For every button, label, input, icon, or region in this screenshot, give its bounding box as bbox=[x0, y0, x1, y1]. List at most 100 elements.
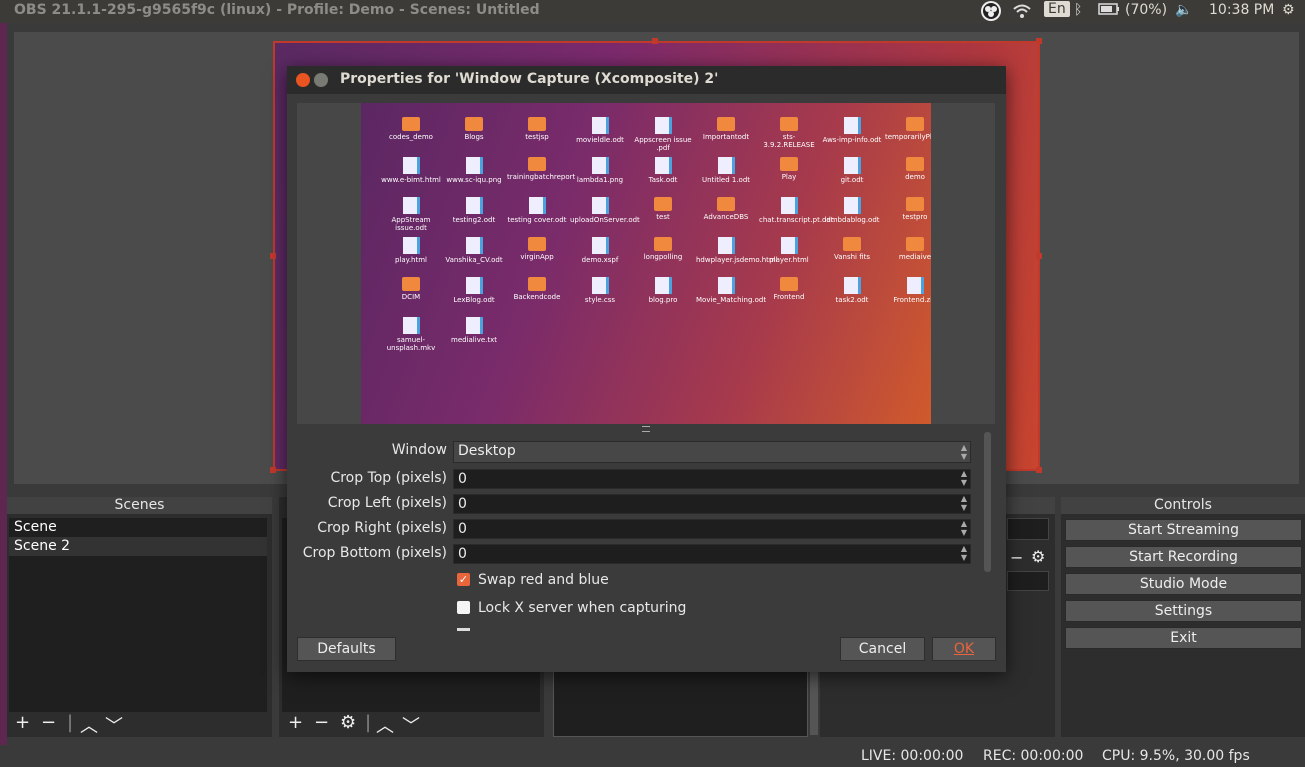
file-glyph-icon bbox=[780, 277, 798, 291]
file-glyph-icon bbox=[402, 277, 420, 291]
partial-checkbox[interactable] bbox=[457, 628, 470, 631]
start-recording-button[interactable]: Start Recording bbox=[1065, 546, 1302, 568]
crop-top-input[interactable]: 0 bbox=[453, 469, 971, 489]
desktop-file-label: trainingbatchreport bbox=[507, 173, 576, 181]
add-source-button[interactable]: + bbox=[288, 712, 303, 733]
file-glyph-icon bbox=[591, 277, 609, 294]
file-glyph-icon bbox=[843, 157, 861, 174]
source-properties-icon[interactable]: ⚙ bbox=[340, 712, 356, 733]
battery-icon[interactable] bbox=[1098, 2, 1120, 20]
dialog-titlebar[interactable]: Properties for 'Window Capture (Xcomposi… bbox=[287, 66, 1006, 94]
desktop-file-icon: Blogs bbox=[444, 117, 504, 141]
desktop-file-icon: play.html bbox=[381, 237, 441, 264]
desktop-file-label: hdwplayer.jsdemo.html bbox=[696, 256, 778, 264]
desktop-file-label: player.html bbox=[769, 256, 809, 264]
move-up-icon[interactable]: ︿ bbox=[80, 712, 98, 738]
ok-button[interactable]: OK bbox=[932, 637, 996, 661]
clock[interactable]: 10:38 PM bbox=[1209, 2, 1274, 18]
minimize-icon[interactable] bbox=[314, 73, 328, 87]
swap-red-blue-checkbox[interactable]: ✓ bbox=[457, 573, 470, 586]
file-glyph-icon bbox=[465, 157, 483, 174]
file-glyph-icon bbox=[780, 117, 798, 131]
defaults-button[interactable]: Defaults bbox=[297, 637, 396, 661]
duration-field[interactable] bbox=[1007, 571, 1049, 591]
resize-handle[interactable] bbox=[270, 467, 276, 473]
exit-button[interactable]: Exit bbox=[1065, 627, 1302, 649]
desktop-file-icon: Frontend.zip bbox=[885, 277, 931, 304]
file-glyph-icon bbox=[591, 157, 609, 174]
scene-item[interactable]: Scene 2 bbox=[9, 537, 267, 556]
desktop-file-label: www.e-bimt.html bbox=[381, 176, 441, 184]
resize-handle[interactable] bbox=[1036, 253, 1042, 259]
studio-mode-button[interactable]: Studio Mode bbox=[1065, 573, 1302, 595]
desktop-file-icon: Play bbox=[759, 157, 819, 181]
desktop-file-icon: testing cover.odt bbox=[507, 197, 567, 224]
form-scrollbar[interactable] bbox=[984, 432, 991, 572]
file-glyph-icon bbox=[465, 317, 483, 334]
desktop-file-icon: www.e-bimt.html bbox=[381, 157, 441, 184]
desktop-file-icon: DCIM bbox=[381, 277, 441, 301]
resize-handle[interactable] bbox=[652, 38, 658, 44]
bluetooth-icon[interactable]: ᛒ bbox=[1074, 2, 1082, 18]
scene-item[interactable]: Scene bbox=[9, 518, 267, 537]
start-streaming-button[interactable]: Start Streaming bbox=[1065, 519, 1302, 541]
desktop-file-icon: mediaive bbox=[885, 237, 931, 261]
cancel-button[interactable]: Cancel bbox=[840, 637, 925, 661]
desktop-file-icon: chat.transcript.pt.odt bbox=[759, 197, 834, 224]
transition-settings-icon[interactable]: ⚙ bbox=[1031, 547, 1045, 566]
desktop-file-icon: Frontend bbox=[759, 277, 819, 301]
file-glyph-icon bbox=[654, 277, 672, 294]
desktop-file-icon: lambdablog.odt bbox=[822, 197, 882, 224]
desktop-file-label: Play bbox=[781, 173, 797, 181]
settings-button[interactable]: Settings bbox=[1065, 600, 1302, 622]
cpu-usage: CPU: 9.5%, 30.00 fps bbox=[1102, 748, 1250, 764]
obs-tray-icon[interactable] bbox=[980, 0, 1002, 26]
crop-right-stepper[interactable]: ▲ ▼ bbox=[957, 519, 971, 539]
desktop-file-icon: demo.xspf bbox=[570, 237, 630, 264]
desktop-file-icon: LexBlog.odt bbox=[444, 277, 504, 304]
move-up-icon[interactable]: ︿ bbox=[376, 712, 394, 738]
crop-left-input[interactable]: 0 bbox=[453, 494, 971, 514]
gear-icon[interactable]: ⚙ bbox=[1282, 2, 1295, 18]
move-down-icon[interactable]: ﹀ bbox=[402, 712, 420, 738]
desktop-file-label: testing2.odt bbox=[452, 216, 496, 224]
desktop-file-label: www.sc-iqu.png bbox=[446, 176, 502, 184]
file-glyph-icon bbox=[717, 197, 735, 211]
crop-bottom-input[interactable]: 0 bbox=[453, 544, 971, 564]
crop-left-stepper[interactable]: ▲ ▼ bbox=[957, 494, 971, 514]
desktop-file-label: Vanshi fits bbox=[833, 253, 871, 261]
remove-scene-button[interactable]: − bbox=[41, 712, 56, 733]
crop-bottom-stepper[interactable]: ▲ ▼ bbox=[957, 544, 971, 564]
desktop-file-icon: Aws-imp-info.odt bbox=[822, 117, 882, 144]
wifi-icon[interactable] bbox=[1012, 2, 1032, 24]
desktop-file-icon: testing2.odt bbox=[444, 197, 504, 224]
close-icon[interactable] bbox=[296, 73, 310, 87]
splitter-handle[interactable] bbox=[642, 426, 650, 432]
remove-source-button[interactable]: − bbox=[314, 712, 329, 733]
scene-list[interactable]: Scene Scene 2 bbox=[9, 518, 267, 712]
crop-right-input[interactable]: 0 bbox=[453, 519, 971, 539]
desktop-file-label: testpro bbox=[902, 213, 928, 221]
desktop-file-icon: Vanshika_CV.odt bbox=[444, 237, 504, 264]
desktop-file-icon: uploadOnServer.odt bbox=[570, 197, 640, 224]
swap-red-blue-label: Swap red and blue bbox=[478, 572, 609, 588]
resize-handle[interactable] bbox=[270, 253, 276, 259]
window-select[interactable]: Desktop bbox=[453, 441, 971, 463]
keyboard-layout[interactable]: En bbox=[1044, 1, 1070, 17]
transition-select[interactable] bbox=[1007, 518, 1049, 540]
file-glyph-icon bbox=[465, 237, 483, 254]
move-down-icon[interactable]: ﹀ bbox=[105, 712, 123, 738]
crop-top-stepper[interactable]: ▲ ▼ bbox=[957, 469, 971, 489]
remove-transition-button[interactable]: − bbox=[1010, 548, 1023, 567]
resize-handle[interactable] bbox=[1036, 38, 1042, 44]
volume-muted-icon[interactable]: 🔈 bbox=[1175, 2, 1192, 18]
file-glyph-icon bbox=[465, 197, 483, 214]
desktop-file-icon: AdvanceDBS bbox=[696, 197, 756, 221]
file-glyph-icon bbox=[780, 197, 798, 214]
resize-handle[interactable] bbox=[1036, 467, 1042, 473]
desktop-file-label: AdvanceDBS bbox=[703, 213, 749, 221]
desktop-file-label: sts-3.9.2.RELEASE bbox=[763, 133, 815, 149]
add-scene-button[interactable]: + bbox=[15, 712, 30, 733]
lock-x-server-checkbox[interactable] bbox=[457, 601, 470, 614]
desktop-file-label: test bbox=[656, 213, 670, 221]
